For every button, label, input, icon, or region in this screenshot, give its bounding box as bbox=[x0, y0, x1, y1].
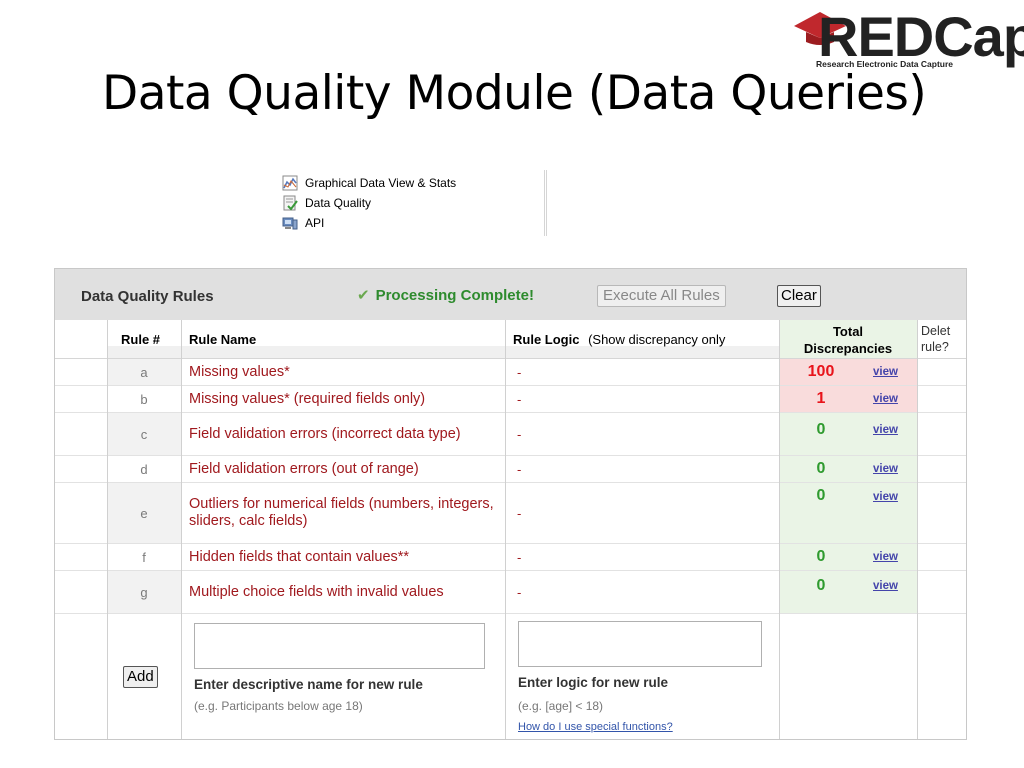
rule-name: Multiple choice fields with invalid valu… bbox=[189, 583, 444, 600]
menu-item-label: API bbox=[305, 216, 325, 230]
panel-title: Data Quality Rules bbox=[81, 288, 214, 305]
discrepancy-count: 0 bbox=[816, 548, 826, 565]
menu-item-graphical-data-view[interactable]: Graphical Data View & Stats bbox=[282, 174, 456, 192]
menu-item-data-quality[interactable]: Data Quality bbox=[282, 194, 371, 212]
new-rule-logic-hint: (e.g. [age] < 18) bbox=[518, 699, 604, 713]
new-rule-name-label: Enter descriptive name for new rule bbox=[194, 677, 423, 692]
rule-logic: - bbox=[517, 391, 522, 407]
header-delete-line1: Delet bbox=[921, 324, 951, 338]
table-row: c Field validation errors (incorrect dat… bbox=[55, 413, 966, 456]
new-rule-name-hint: (e.g. Participants below age 18) bbox=[194, 699, 363, 713]
table-row: d Field validation errors (out of range)… bbox=[55, 456, 966, 483]
add-rule-button[interactable]: Add bbox=[123, 666, 158, 688]
discrepancy-count: 1 bbox=[816, 390, 826, 407]
header-total-line1: Total bbox=[832, 324, 864, 339]
header-rule-num: Rule # bbox=[121, 332, 161, 347]
discrepancy-cell: 0 view bbox=[779, 413, 917, 455]
table-row: g Multiple choice fields with invalid va… bbox=[55, 571, 966, 614]
menu-item-api[interactable]: API bbox=[282, 214, 324, 232]
rule-logic: - bbox=[517, 505, 522, 521]
data-quality-icon bbox=[283, 195, 298, 211]
table-row: f Hidden fields that contain values** - … bbox=[55, 544, 966, 571]
table-header-row: Rule # Rule Name Rule Logic (Show discre… bbox=[55, 320, 966, 359]
view-link[interactable]: view bbox=[873, 366, 898, 378]
rule-name: Outliers for numerical fields (numbers, … bbox=[189, 496, 494, 529]
rule-logic: - bbox=[517, 364, 522, 380]
table-row: b Missing values* (required fields only)… bbox=[55, 386, 966, 413]
header-total-line2: Discrepancies bbox=[803, 341, 893, 356]
new-rule-logic-label: Enter logic for new rule bbox=[518, 675, 669, 690]
discrepancy-cell: 0 view bbox=[779, 544, 917, 570]
rule-num: b bbox=[140, 391, 148, 407]
execute-all-rules-button[interactable]: Execute All Rules bbox=[597, 285, 726, 307]
view-link[interactable]: view bbox=[873, 491, 898, 503]
view-link[interactable]: view bbox=[873, 580, 898, 592]
discrepancy-cell: 1 view bbox=[779, 386, 917, 412]
processing-status: ✔ Processing Complete! bbox=[357, 286, 534, 305]
api-icon bbox=[282, 217, 298, 230]
discrepancy-cell: 0 view bbox=[779, 571, 917, 613]
rule-name: Field validation errors (out of range) bbox=[189, 460, 419, 477]
discrepancy-cell: 100 view bbox=[779, 359, 917, 385]
header-rule-name: Rule Name bbox=[189, 332, 257, 347]
header-rule-logic: Rule Logic (Show discrepancy only bbox=[513, 332, 777, 347]
rule-name: Hidden fields that contain values** bbox=[189, 548, 410, 565]
chart-icon bbox=[282, 175, 298, 191]
special-functions-help-link[interactable]: How do I use special functions? bbox=[518, 721, 673, 733]
menu-item-label: Graphical Data View & Stats bbox=[305, 176, 457, 190]
rule-logic: - bbox=[517, 549, 522, 565]
rule-num: f bbox=[142, 549, 146, 565]
discrepancy-count: 100 bbox=[807, 363, 835, 380]
rule-num: g bbox=[140, 584, 148, 600]
new-rule-name-input[interactable] bbox=[194, 623, 485, 669]
rule-name: Missing values* bbox=[189, 363, 290, 380]
view-link[interactable]: view bbox=[873, 393, 898, 405]
discrepancy-cell: 0 view bbox=[779, 456, 917, 482]
rule-logic: - bbox=[517, 461, 522, 477]
view-link[interactable]: view bbox=[873, 551, 898, 563]
rule-num: c bbox=[140, 426, 148, 442]
show-discrepancy-toggle[interactable]: (Show discrepancy only bbox=[588, 332, 725, 347]
header-delete-rule: Delet rule? bbox=[921, 323, 965, 355]
logo-tagline: Research Electronic Data Capture bbox=[816, 59, 953, 69]
view-link[interactable]: view bbox=[873, 424, 898, 436]
checkmark-icon: ✔ bbox=[357, 287, 370, 304]
menu-item-label: Data Quality bbox=[305, 196, 372, 210]
discrepancy-count: 0 bbox=[816, 577, 826, 594]
status-text: Processing Complete! bbox=[375, 286, 534, 304]
rule-name: Missing values* (required fields only) bbox=[189, 390, 426, 407]
discrepancy-count: 0 bbox=[816, 460, 826, 477]
rule-num: d bbox=[140, 461, 148, 477]
discrepancy-count: 0 bbox=[816, 421, 826, 438]
redcap-logo: REDCap Research Electronic Data Capture bbox=[790, 2, 1024, 76]
header-delete-line2: rule? bbox=[921, 340, 949, 354]
view-link[interactable]: view bbox=[873, 463, 898, 475]
header-total-discrepancies: Total Discrepancies bbox=[779, 323, 917, 357]
table-row: a Missing values* - 100 view bbox=[55, 359, 966, 386]
discrepancy-cell: 0 view bbox=[779, 483, 917, 543]
header-rule-logic-label: Rule Logic bbox=[513, 332, 580, 347]
data-quality-panel: Data Quality Rules ✔ Processing Complete… bbox=[54, 268, 967, 740]
rule-logic: - bbox=[517, 584, 522, 600]
discrepancy-count: 0 bbox=[816, 487, 826, 504]
rule-name: Field validation errors (incorrect data … bbox=[189, 425, 461, 442]
new-rule-logic-input[interactable] bbox=[518, 621, 762, 667]
rule-num: a bbox=[140, 364, 148, 380]
header-divider-bar bbox=[107, 346, 779, 358]
table-row: e Outliers for numerical fields (numbers… bbox=[55, 483, 966, 544]
rule-logic: - bbox=[517, 426, 522, 442]
clear-button[interactable]: Clear bbox=[777, 285, 821, 307]
project-menu-snippet: Graphical Data View & Stats Data Quality… bbox=[278, 170, 547, 236]
rule-num: e bbox=[140, 505, 148, 521]
panel-header: Data Quality Rules ✔ Processing Complete… bbox=[55, 269, 966, 321]
